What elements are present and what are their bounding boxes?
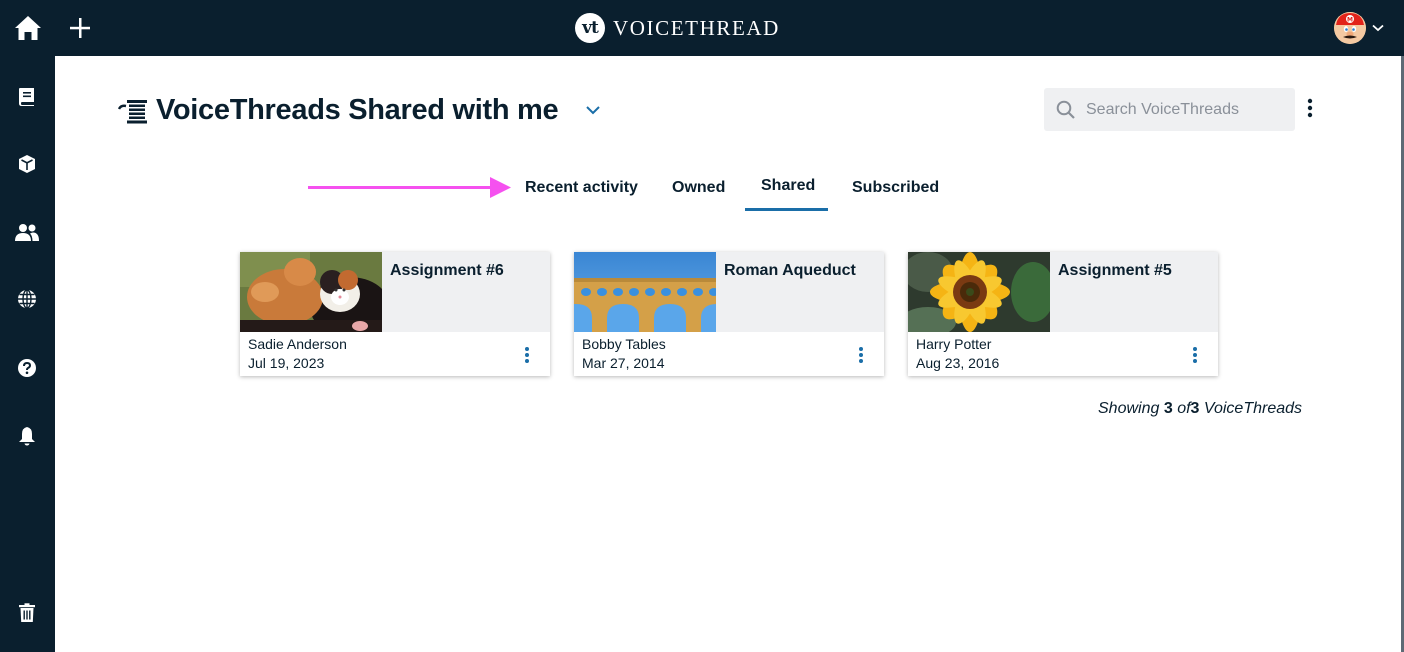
card-options-button[interactable] bbox=[858, 346, 864, 369]
svg-text:M: M bbox=[1347, 17, 1353, 24]
card-date: Jul 19, 2023 bbox=[248, 355, 325, 371]
thumbnail-sunflower[interactable] bbox=[908, 252, 1050, 332]
create-button[interactable] bbox=[64, 12, 96, 44]
help-icon bbox=[18, 359, 36, 377]
results-count: Showing 3 of3 VoiceThreads bbox=[1098, 400, 1302, 418]
of-label: of bbox=[1177, 400, 1191, 417]
account-menu[interactable]: M bbox=[1334, 12, 1384, 44]
sidebar-item-courses[interactable] bbox=[14, 151, 40, 177]
card-options-button[interactable] bbox=[524, 346, 530, 369]
cube-icon bbox=[19, 155, 35, 173]
avatar: M bbox=[1334, 12, 1366, 44]
voicethread-card[interactable]: Assignment #5 Harry Potter Aug 23, 2016 bbox=[908, 252, 1218, 376]
chevron-down-icon bbox=[1372, 24, 1384, 32]
bell-icon bbox=[19, 427, 35, 446]
kebab-menu-icon bbox=[525, 347, 529, 363]
sidebar-item-library[interactable] bbox=[14, 84, 40, 110]
card-author: Harry Potter bbox=[916, 336, 992, 352]
voicethread-card[interactable]: Roman Aqueduct Bobby Tables Mar 27, 2014 bbox=[574, 252, 884, 376]
voicethread-card[interactable]: Assignment #6 Sadie Anderson Jul 19, 202… bbox=[240, 252, 550, 376]
tab-subscribed[interactable]: Subscribed bbox=[852, 179, 939, 197]
globe-icon bbox=[18, 289, 36, 309]
tab-shared[interactable]: Shared bbox=[761, 177, 815, 195]
showing-prefix: Showing bbox=[1098, 400, 1160, 417]
shown-count: 3 bbox=[1163, 400, 1173, 417]
search-box[interactable] bbox=[1044, 88, 1295, 131]
page-title: VoiceThreads Shared with me bbox=[118, 94, 559, 127]
thumbnail-aqueduct[interactable] bbox=[574, 252, 716, 332]
card-date: Aug 23, 2016 bbox=[916, 355, 1000, 371]
logo-mark: vt bbox=[575, 13, 605, 43]
sidebar-item-help[interactable] bbox=[14, 355, 40, 381]
chevron-down-icon bbox=[586, 106, 600, 115]
thumbnail-kittens[interactable] bbox=[240, 252, 382, 332]
sidebar-item-notifications[interactable] bbox=[14, 423, 40, 449]
kebab-menu-icon bbox=[1307, 98, 1313, 118]
card-options-button[interactable] bbox=[1192, 346, 1198, 369]
card-title[interactable]: Assignment #6 bbox=[390, 262, 504, 280]
main-content: VoiceThreads Shared with me Recent activ… bbox=[55, 56, 1401, 652]
card-title[interactable]: Roman Aqueduct bbox=[724, 262, 856, 280]
tab-recent-activity[interactable]: Recent activity bbox=[525, 179, 638, 197]
annotation-arrow bbox=[308, 177, 512, 206]
voicethread-logo[interactable]: vt VOICETHREAD bbox=[575, 13, 780, 43]
sidebar bbox=[0, 56, 55, 652]
search-icon bbox=[1056, 100, 1075, 119]
kebab-menu-icon bbox=[859, 347, 863, 363]
title-dropdown-button[interactable] bbox=[585, 102, 601, 120]
logo-text: VOICETHREAD bbox=[613, 15, 780, 40]
total-count: 3 bbox=[1190, 400, 1200, 417]
more-options-button[interactable] bbox=[1307, 98, 1313, 123]
active-tab-indicator bbox=[745, 208, 828, 211]
plus-icon bbox=[70, 18, 90, 38]
search-input[interactable] bbox=[1086, 100, 1286, 119]
card-title[interactable]: Assignment #5 bbox=[1058, 262, 1172, 280]
card-date: Mar 27, 2014 bbox=[582, 355, 665, 371]
spool-icon bbox=[118, 99, 147, 123]
sidebar-item-trash[interactable] bbox=[14, 600, 40, 626]
sidebar-item-contacts[interactable] bbox=[14, 219, 40, 245]
page-title-text: VoiceThreads Shared with me bbox=[156, 94, 559, 126]
book-icon bbox=[19, 88, 34, 106]
card-author: Sadie Anderson bbox=[248, 336, 347, 352]
top-bar: vt VOICETHREAD M bbox=[0, 0, 1404, 56]
card-author: Bobby Tables bbox=[582, 336, 666, 352]
kebab-menu-icon bbox=[1193, 347, 1197, 363]
results-suffix: VoiceThreads bbox=[1203, 400, 1303, 417]
users-icon bbox=[15, 224, 39, 241]
sidebar-item-browse[interactable] bbox=[14, 286, 40, 312]
tab-owned[interactable]: Owned bbox=[672, 179, 725, 197]
home-icon bbox=[15, 16, 41, 40]
trash-icon bbox=[19, 603, 35, 622]
home-button[interactable] bbox=[12, 12, 44, 44]
